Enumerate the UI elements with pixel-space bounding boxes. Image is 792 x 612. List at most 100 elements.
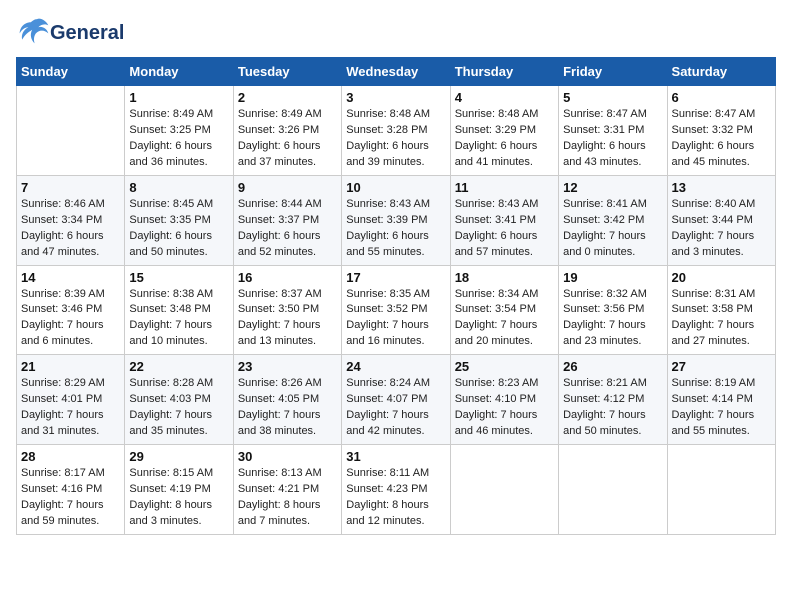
day-info: Sunrise: 8:45 AMSunset: 3:35 PMDaylight:… bbox=[129, 197, 228, 261]
calendar-cell: 23 Sunrise: 8:26 AMSunset: 4:05 PMDayligh… bbox=[233, 355, 341, 445]
calendar-cell: 15 Sunrise: 8:38 AMSunset: 3:48 PMDayligh… bbox=[125, 265, 233, 355]
day-number: 22 bbox=[129, 359, 228, 374]
weekday-header-saturday: Saturday bbox=[667, 58, 775, 86]
day-number: 16 bbox=[238, 270, 337, 285]
calendar-cell: 2Sunrise: 8:49 AMSunset: 3:26 PMDaylight… bbox=[233, 86, 341, 176]
page-header: General bbox=[16, 16, 776, 49]
day-number: 5 bbox=[563, 90, 662, 105]
calendar-cell bbox=[450, 445, 558, 535]
day-number: 15 bbox=[129, 270, 228, 285]
calendar-cell: 10Sunrise: 8:43 AMSunset: 3:39 PMDayligh… bbox=[342, 175, 450, 265]
day-number: 9 bbox=[238, 180, 337, 195]
calendar-cell bbox=[667, 445, 775, 535]
calendar-week-2: 7Sunrise: 8:46 AMSunset: 3:34 PMDaylight… bbox=[17, 175, 776, 265]
calendar-cell: 14 Sunrise: 8:39 AMSunset: 3:46 PMDayligh… bbox=[17, 265, 125, 355]
day-info: Sunrise: 8:34 AMSunset: 3:54 PMDaylight:… bbox=[455, 287, 554, 351]
calendar-cell: 30 Sunrise: 8:13 AMSunset: 4:21 PMDayligh… bbox=[233, 445, 341, 535]
day-number: 30 bbox=[238, 449, 337, 464]
day-number: 27 bbox=[672, 359, 771, 374]
weekday-header-row: SundayMondayTuesdayWednesdayThursdayFrid… bbox=[17, 58, 776, 86]
day-number: 23 bbox=[238, 359, 337, 374]
day-number: 12 bbox=[563, 180, 662, 195]
day-info: Sunrise: 8:26 AMSunset: 4:05 PMDaylight:… bbox=[238, 376, 337, 440]
day-info: Sunrise: 8:23 AMSunset: 4:10 PMDaylight:… bbox=[455, 376, 554, 440]
weekday-header-thursday: Thursday bbox=[450, 58, 558, 86]
day-info: Sunrise: 8:41 AMSunset: 3:42 PMDaylight:… bbox=[563, 197, 662, 261]
day-number: 8 bbox=[129, 180, 228, 195]
day-number: 29 bbox=[129, 449, 228, 464]
day-info: Sunrise: 8:24 AMSunset: 4:07 PMDaylight:… bbox=[346, 376, 445, 440]
day-number: 28 bbox=[21, 449, 120, 464]
day-number: 26 bbox=[563, 359, 662, 374]
day-number: 18 bbox=[455, 270, 554, 285]
day-info: Sunrise: 8:31 AMSunset: 3:58 PMDaylight:… bbox=[672, 287, 771, 351]
calendar-cell bbox=[17, 86, 125, 176]
day-number: 19 bbox=[563, 270, 662, 285]
day-number: 14 bbox=[21, 270, 120, 285]
day-number: 6 bbox=[672, 90, 771, 105]
calendar-cell: 3Sunrise: 8:48 AMSunset: 3:28 PMDaylight… bbox=[342, 86, 450, 176]
calendar-cell: 27Sunrise: 8:19 AMSunset: 4:14 PMDayligh… bbox=[667, 355, 775, 445]
day-info: Sunrise: 8:37 AMSunset: 3:50 PMDaylight:… bbox=[238, 287, 337, 351]
day-info: Sunrise: 8:35 AMSunset: 3:52 PMDaylight:… bbox=[346, 287, 445, 351]
calendar-cell: 28Sunrise: 8:17 AMSunset: 4:16 PMDayligh… bbox=[17, 445, 125, 535]
day-info: Sunrise: 8:32 AMSunset: 3:56 PMDaylight:… bbox=[563, 287, 662, 351]
day-info: Sunrise: 8:47 AMSunset: 3:32 PMDaylight:… bbox=[672, 107, 771, 171]
logo: General bbox=[16, 16, 124, 49]
day-info: Sunrise: 8:38 AMSunset: 3:48 PMDaylight:… bbox=[129, 287, 228, 351]
day-info: Sunrise: 8:29 AMSunset: 4:01 PMDaylight:… bbox=[21, 376, 120, 440]
calendar-cell bbox=[559, 445, 667, 535]
calendar-cell: 17 Sunrise: 8:35 AMSunset: 3:52 PMDayligh… bbox=[342, 265, 450, 355]
day-info: Sunrise: 8:28 AMSunset: 4:03 PMDaylight:… bbox=[129, 376, 228, 440]
calendar-cell: 1 Sunrise: 8:49 AMSunset: 3:25 PMDaylight… bbox=[125, 86, 233, 176]
calendar-cell: 13 Sunrise: 8:40 AMSunset: 3:44 PMDayligh… bbox=[667, 175, 775, 265]
calendar-cell: 19 Sunrise: 8:32 AMSunset: 3:56 PMDayligh… bbox=[559, 265, 667, 355]
day-info: Sunrise: 8:11 AMSunset: 4:23 PMDaylight:… bbox=[346, 466, 445, 530]
weekday-header-friday: Friday bbox=[559, 58, 667, 86]
day-info: Sunrise: 8:47 AMSunset: 3:31 PMDaylight:… bbox=[563, 107, 662, 171]
day-info: Sunrise: 8:40 AMSunset: 3:44 PMDaylight:… bbox=[672, 197, 771, 261]
calendar-cell: 9 Sunrise: 8:44 AMSunset: 3:37 PMDaylight… bbox=[233, 175, 341, 265]
calendar-cell: 25Sunrise: 8:23 AMSunset: 4:10 PMDayligh… bbox=[450, 355, 558, 445]
day-info: Sunrise: 8:13 AMSunset: 4:21 PMDaylight:… bbox=[238, 466, 337, 530]
weekday-header-monday: Monday bbox=[125, 58, 233, 86]
calendar-cell: 11 Sunrise: 8:43 AMSunset: 3:41 PMDayligh… bbox=[450, 175, 558, 265]
day-info: Sunrise: 8:39 AMSunset: 3:46 PMDaylight:… bbox=[21, 287, 120, 351]
calendar-cell: 26 Sunrise: 8:21 AMSunset: 4:12 PMDayligh… bbox=[559, 355, 667, 445]
calendar-cell: 31 Sunrise: 8:11 AMSunset: 4:23 PMDayligh… bbox=[342, 445, 450, 535]
day-number: 21 bbox=[21, 359, 120, 374]
calendar-cell: 29 Sunrise: 8:15 AMSunset: 4:19 PMDayligh… bbox=[125, 445, 233, 535]
day-info: Sunrise: 8:44 AMSunset: 3:37 PMDaylight:… bbox=[238, 197, 337, 261]
calendar-cell: 16 Sunrise: 8:37 AMSunset: 3:50 PMDayligh… bbox=[233, 265, 341, 355]
calendar-cell: 4Sunrise: 8:48 AMSunset: 3:29 PMDaylight… bbox=[450, 86, 558, 176]
calendar-cell: 18 Sunrise: 8:34 AMSunset: 3:54 PMDayligh… bbox=[450, 265, 558, 355]
calendar-cell: 21 Sunrise: 8:29 AMSunset: 4:01 PMDayligh… bbox=[17, 355, 125, 445]
calendar-cell: 8 Sunrise: 8:45 AMSunset: 3:35 PMDaylight… bbox=[125, 175, 233, 265]
day-number: 11 bbox=[455, 180, 554, 195]
day-number: 17 bbox=[346, 270, 445, 285]
day-info: Sunrise: 8:43 AMSunset: 3:41 PMDaylight:… bbox=[455, 197, 554, 261]
day-number: 2 bbox=[238, 90, 337, 105]
calendar-cell: 22 Sunrise: 8:28 AMSunset: 4:03 PMDayligh… bbox=[125, 355, 233, 445]
logo-text: General bbox=[50, 22, 124, 44]
calendar-cell: 12 Sunrise: 8:41 AMSunset: 3:42 PMDayligh… bbox=[559, 175, 667, 265]
day-number: 31 bbox=[346, 449, 445, 464]
day-info: Sunrise: 8:49 AMSunset: 3:25 PMDaylight:… bbox=[129, 107, 228, 171]
calendar-table: SundayMondayTuesdayWednesdayThursdayFrid… bbox=[16, 57, 776, 535]
weekday-header-sunday: Sunday bbox=[17, 58, 125, 86]
day-number: 24 bbox=[346, 359, 445, 374]
day-number: 1 bbox=[129, 90, 228, 105]
logo-bird-icon bbox=[18, 16, 50, 44]
calendar-cell: 24 Sunrise: 8:24 AMSunset: 4:07 PMDayligh… bbox=[342, 355, 450, 445]
calendar-week-5: 28Sunrise: 8:17 AMSunset: 4:16 PMDayligh… bbox=[17, 445, 776, 535]
day-info: Sunrise: 8:43 AMSunset: 3:39 PMDaylight:… bbox=[346, 197, 445, 261]
day-number: 13 bbox=[672, 180, 771, 195]
calendar-week-3: 14 Sunrise: 8:39 AMSunset: 3:46 PMDayligh… bbox=[17, 265, 776, 355]
calendar-cell: 7Sunrise: 8:46 AMSunset: 3:34 PMDaylight… bbox=[17, 175, 125, 265]
day-info: Sunrise: 8:21 AMSunset: 4:12 PMDaylight:… bbox=[563, 376, 662, 440]
weekday-header-wednesday: Wednesday bbox=[342, 58, 450, 86]
day-info: Sunrise: 8:48 AMSunset: 3:28 PMDaylight:… bbox=[346, 107, 445, 171]
calendar-week-1: 1 Sunrise: 8:49 AMSunset: 3:25 PMDaylight… bbox=[17, 86, 776, 176]
day-info: Sunrise: 8:15 AMSunset: 4:19 PMDaylight:… bbox=[129, 466, 228, 530]
day-number: 20 bbox=[672, 270, 771, 285]
